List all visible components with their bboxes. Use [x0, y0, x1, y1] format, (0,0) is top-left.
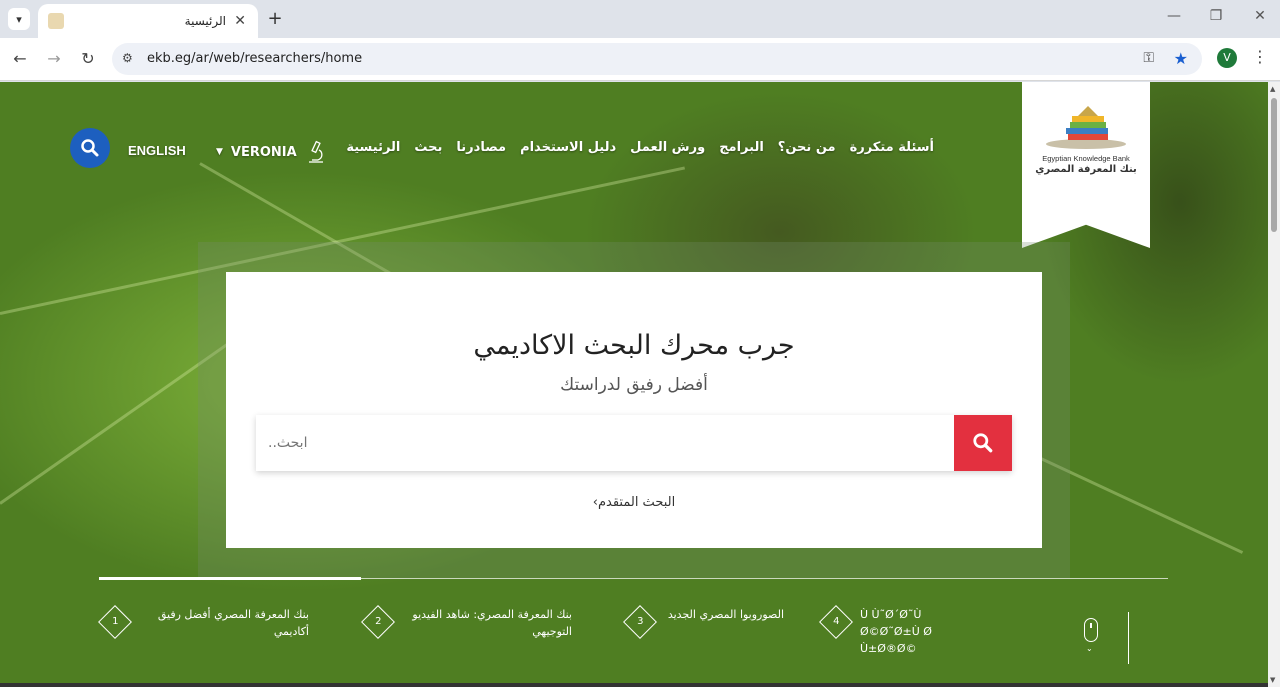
chevron-down-icon: ⌄ [1086, 644, 1093, 653]
restore-button[interactable]: ❐ [1206, 8, 1226, 24]
language-switch[interactable]: ENGLISH [128, 143, 186, 158]
slider-progress-fill [99, 577, 361, 580]
site-favicon-icon [48, 13, 64, 29]
nav-item-faq[interactable]: أسئلة متكررة [850, 140, 934, 155]
tab-strip: ▾ الرئيسية ✕ + — ❐ ✕ [0, 0, 1280, 38]
slide-text: Ù Ù˜Ø´Ø˜Ù Ø©Ø˜Ø±Ù Ø Ù±Ø®Ø© [860, 608, 932, 655]
browser-toolbar: ← → ↻ ⚙ ekb.eg/ar/web/researchers/home ⚿… [0, 38, 1280, 81]
slide-item-2[interactable]: 2 بنك المعرفة المصري: شاهد الفيديو التوج… [361, 605, 576, 646]
tab-home[interactable]: الرئيسية ✕ [38, 4, 258, 38]
hero-title: جرب محرك البحث الاكاديمي [473, 330, 795, 361]
close-tab-icon[interactable]: ✕ [234, 13, 246, 29]
site-info-icon[interactable]: ⚙ [122, 51, 138, 67]
scrollbar-thumb[interactable] [1271, 98, 1277, 232]
slide-number-badge: 1 [98, 605, 132, 639]
minimize-button[interactable]: — [1164, 8, 1184, 24]
advanced-search-link[interactable]: البحث المتقدم› [226, 495, 1042, 510]
reload-button[interactable]: ↻ [77, 48, 99, 70]
nav-item-about[interactable]: من نحن؟ [778, 140, 836, 155]
url-text[interactable]: ekb.eg/ar/web/researchers/home [147, 51, 362, 66]
bookmark-star-icon[interactable]: ★ [1174, 49, 1188, 68]
search-icon [81, 139, 99, 157]
scroll-mouse-icon[interactable] [1084, 618, 1098, 642]
password-key-icon[interactable]: ⚿ [1143, 50, 1154, 66]
browser-menu-icon[interactable]: ⋮ [1252, 47, 1268, 66]
slide-number-badge: 2 [361, 605, 395, 639]
search-box [256, 415, 1012, 471]
slide-item-3[interactable]: 3 الصوروبوا المصري الجديد [623, 605, 838, 646]
scroll-down-icon[interactable]: ▼ [1270, 676, 1275, 684]
hero-section: Egyptian Knowledge Bank بنك المعرفة المص… [0, 82, 1268, 687]
divider [1128, 612, 1129, 664]
chevron-down-icon: ▼ [216, 147, 223, 157]
nav-item-programs[interactable]: البرامج [719, 140, 764, 155]
slide-number-badge: 3 [623, 605, 657, 639]
forward-button[interactable]: → [43, 48, 65, 70]
main-nav: الرئيسية بحث مصادرنا دليل الاستخدام ورش … [346, 140, 934, 155]
ekb-logo[interactable]: Egyptian Knowledge Bank بنك المعرفة المص… [1022, 82, 1150, 248]
header-search-button[interactable] [70, 128, 110, 168]
search-panel: جرب محرك البحث الاكاديمي أفضل رفيق لدراس… [226, 272, 1042, 548]
nav-item-workshops[interactable]: ورش العمل [630, 140, 705, 155]
new-tab-button[interactable]: + [264, 8, 286, 30]
slide-number-badge: 4 [819, 605, 853, 639]
user-name: VERONIA [230, 144, 297, 160]
nav-item-user-guide[interactable]: دليل الاستخدام [520, 140, 616, 155]
slide-text: بنك المعرفة المصري: شاهد الفيديو التوجيه… [412, 608, 572, 638]
hero-subtitle: أفضل رفيق لدراستك [560, 375, 708, 395]
nav-item-search[interactable]: بحث [414, 140, 442, 155]
tab-title: الرئيسية [184, 14, 226, 28]
page-scrollbar[interactable]: ▲ ▼ [1268, 82, 1280, 687]
slide-text: الصوروبوا المصري الجديد [667, 608, 784, 621]
nav-item-home[interactable]: الرئيسية [346, 140, 400, 155]
taskbar-edge [0, 683, 1268, 687]
microscope-icon [308, 140, 323, 163]
slide-item-4[interactable]: 4 Ù Ù˜Ø´Ø˜Ù Ø©Ø˜Ø±Ù Ø Ù±Ø®Ø© [819, 605, 1034, 655]
back-button[interactable]: ← [9, 48, 31, 70]
search-icon [973, 433, 993, 453]
slide-text: بنك المعرفة المصري أفضل رفيق أكاديمي [157, 608, 309, 638]
search-input[interactable] [256, 415, 954, 471]
logo-english-text: Egyptian Knowledge Bank [1042, 154, 1130, 163]
address-bar[interactable]: ⚙ ekb.eg/ar/web/researchers/home ⚿ ★ [112, 43, 1202, 75]
nav-item-sources[interactable]: مصادرنا [456, 140, 506, 155]
logo-arabic-text: بنك المعرفة المصري [1035, 164, 1137, 175]
close-window-button[interactable]: ✕ [1250, 8, 1270, 24]
tab-search-button[interactable]: ▾ [8, 8, 30, 30]
search-submit-button[interactable] [954, 415, 1012, 471]
scroll-up-icon[interactable]: ▲ [1270, 85, 1275, 93]
slide-item-1[interactable]: 1 بنك المعرفة المصري أفضل رفيق أكاديمي [98, 605, 313, 646]
user-menu[interactable]: ▼ VERONIA [216, 140, 327, 164]
profile-avatar[interactable]: V [1217, 48, 1237, 68]
books-logo-icon [1046, 106, 1126, 149]
